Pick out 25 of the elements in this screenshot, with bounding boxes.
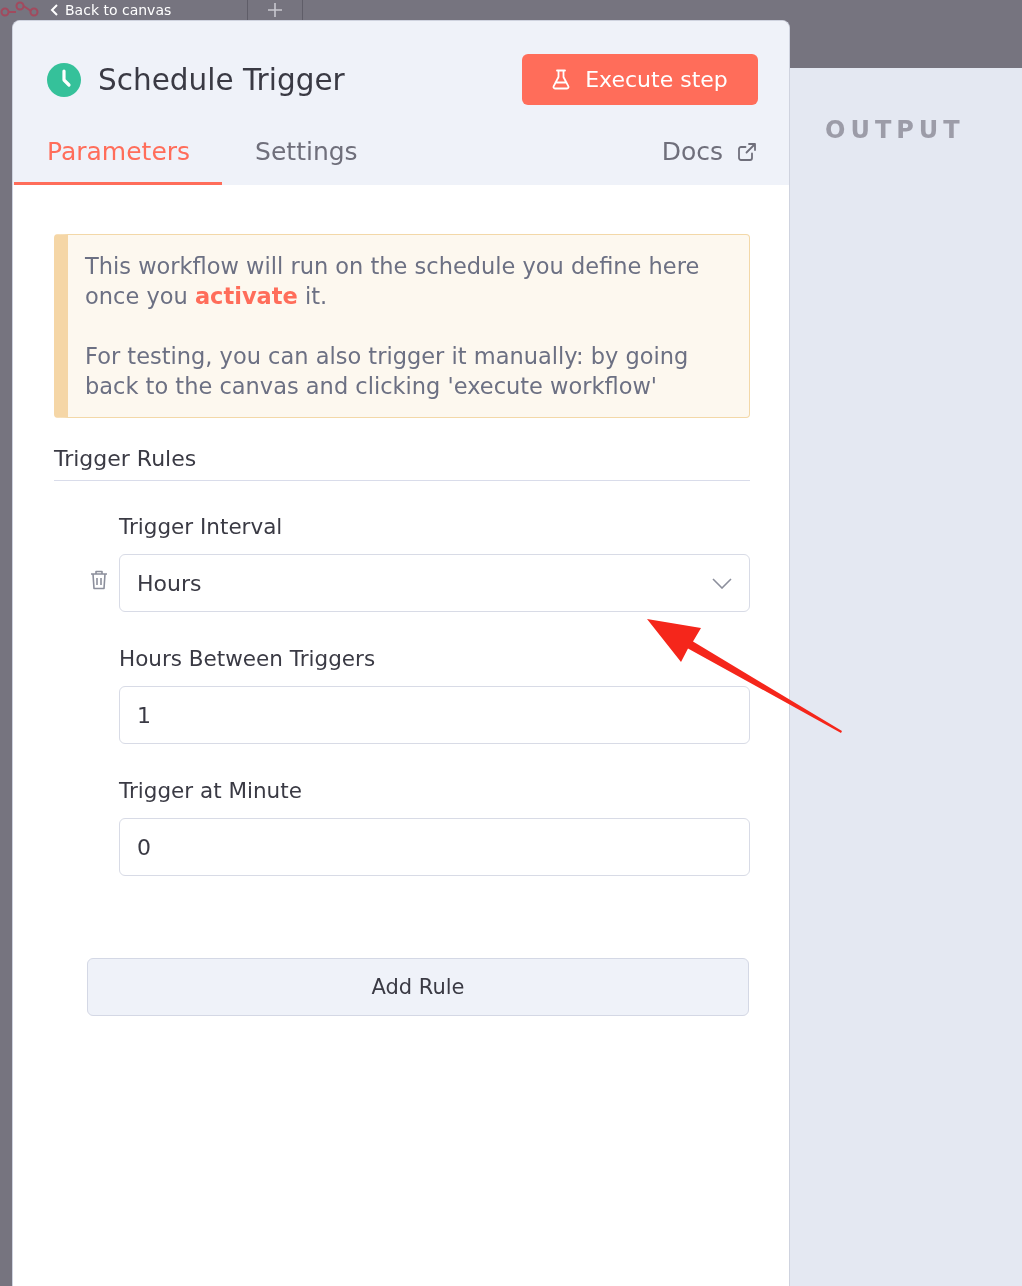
back-to-canvas-button[interactable]: Back to canvas bbox=[48, 1, 174, 19]
node-title: Schedule Trigger bbox=[98, 61, 345, 99]
field-label: Trigger at Minute bbox=[119, 777, 303, 805]
chevron-left-icon bbox=[50, 4, 58, 16]
notice-text: This workflow will run on the schedule you define here once you activate it. bbox=[85, 252, 701, 311]
panel-tab[interactable]: Settings bbox=[222, 105, 390, 185]
field-label: Hours Between Triggers bbox=[119, 645, 377, 673]
docs-link[interactable]: Docs bbox=[661, 105, 757, 185]
notice-text: For testing, you can also trigger it manually: by going back to the canvas and clicking 'execute workflow' bbox=[85, 342, 690, 401]
execute-step-button[interactable]: Execute step bbox=[522, 54, 758, 105]
number-field[interactable]: 1 bbox=[119, 686, 750, 744]
external-link-icon bbox=[737, 141, 757, 162]
select-field[interactable]: Hours bbox=[119, 554, 750, 612]
plus-icon bbox=[268, 3, 283, 17]
flask-icon bbox=[552, 69, 571, 90]
field-label: Trigger Interval bbox=[119, 513, 284, 541]
output-title: OUTPUT bbox=[825, 117, 966, 143]
trash-icon[interactable] bbox=[90, 570, 108, 590]
section-title: Trigger Rules bbox=[54, 445, 750, 481]
clock-icon bbox=[47, 62, 81, 97]
number-field[interactable]: 0 bbox=[119, 818, 750, 876]
chevron-down-icon bbox=[712, 577, 732, 589]
add-rule-button[interactable]: Add Rule bbox=[87, 958, 749, 1016]
logo-icon bbox=[0, 1, 40, 19]
panel-tab[interactable]: Parameters bbox=[14, 105, 223, 185]
